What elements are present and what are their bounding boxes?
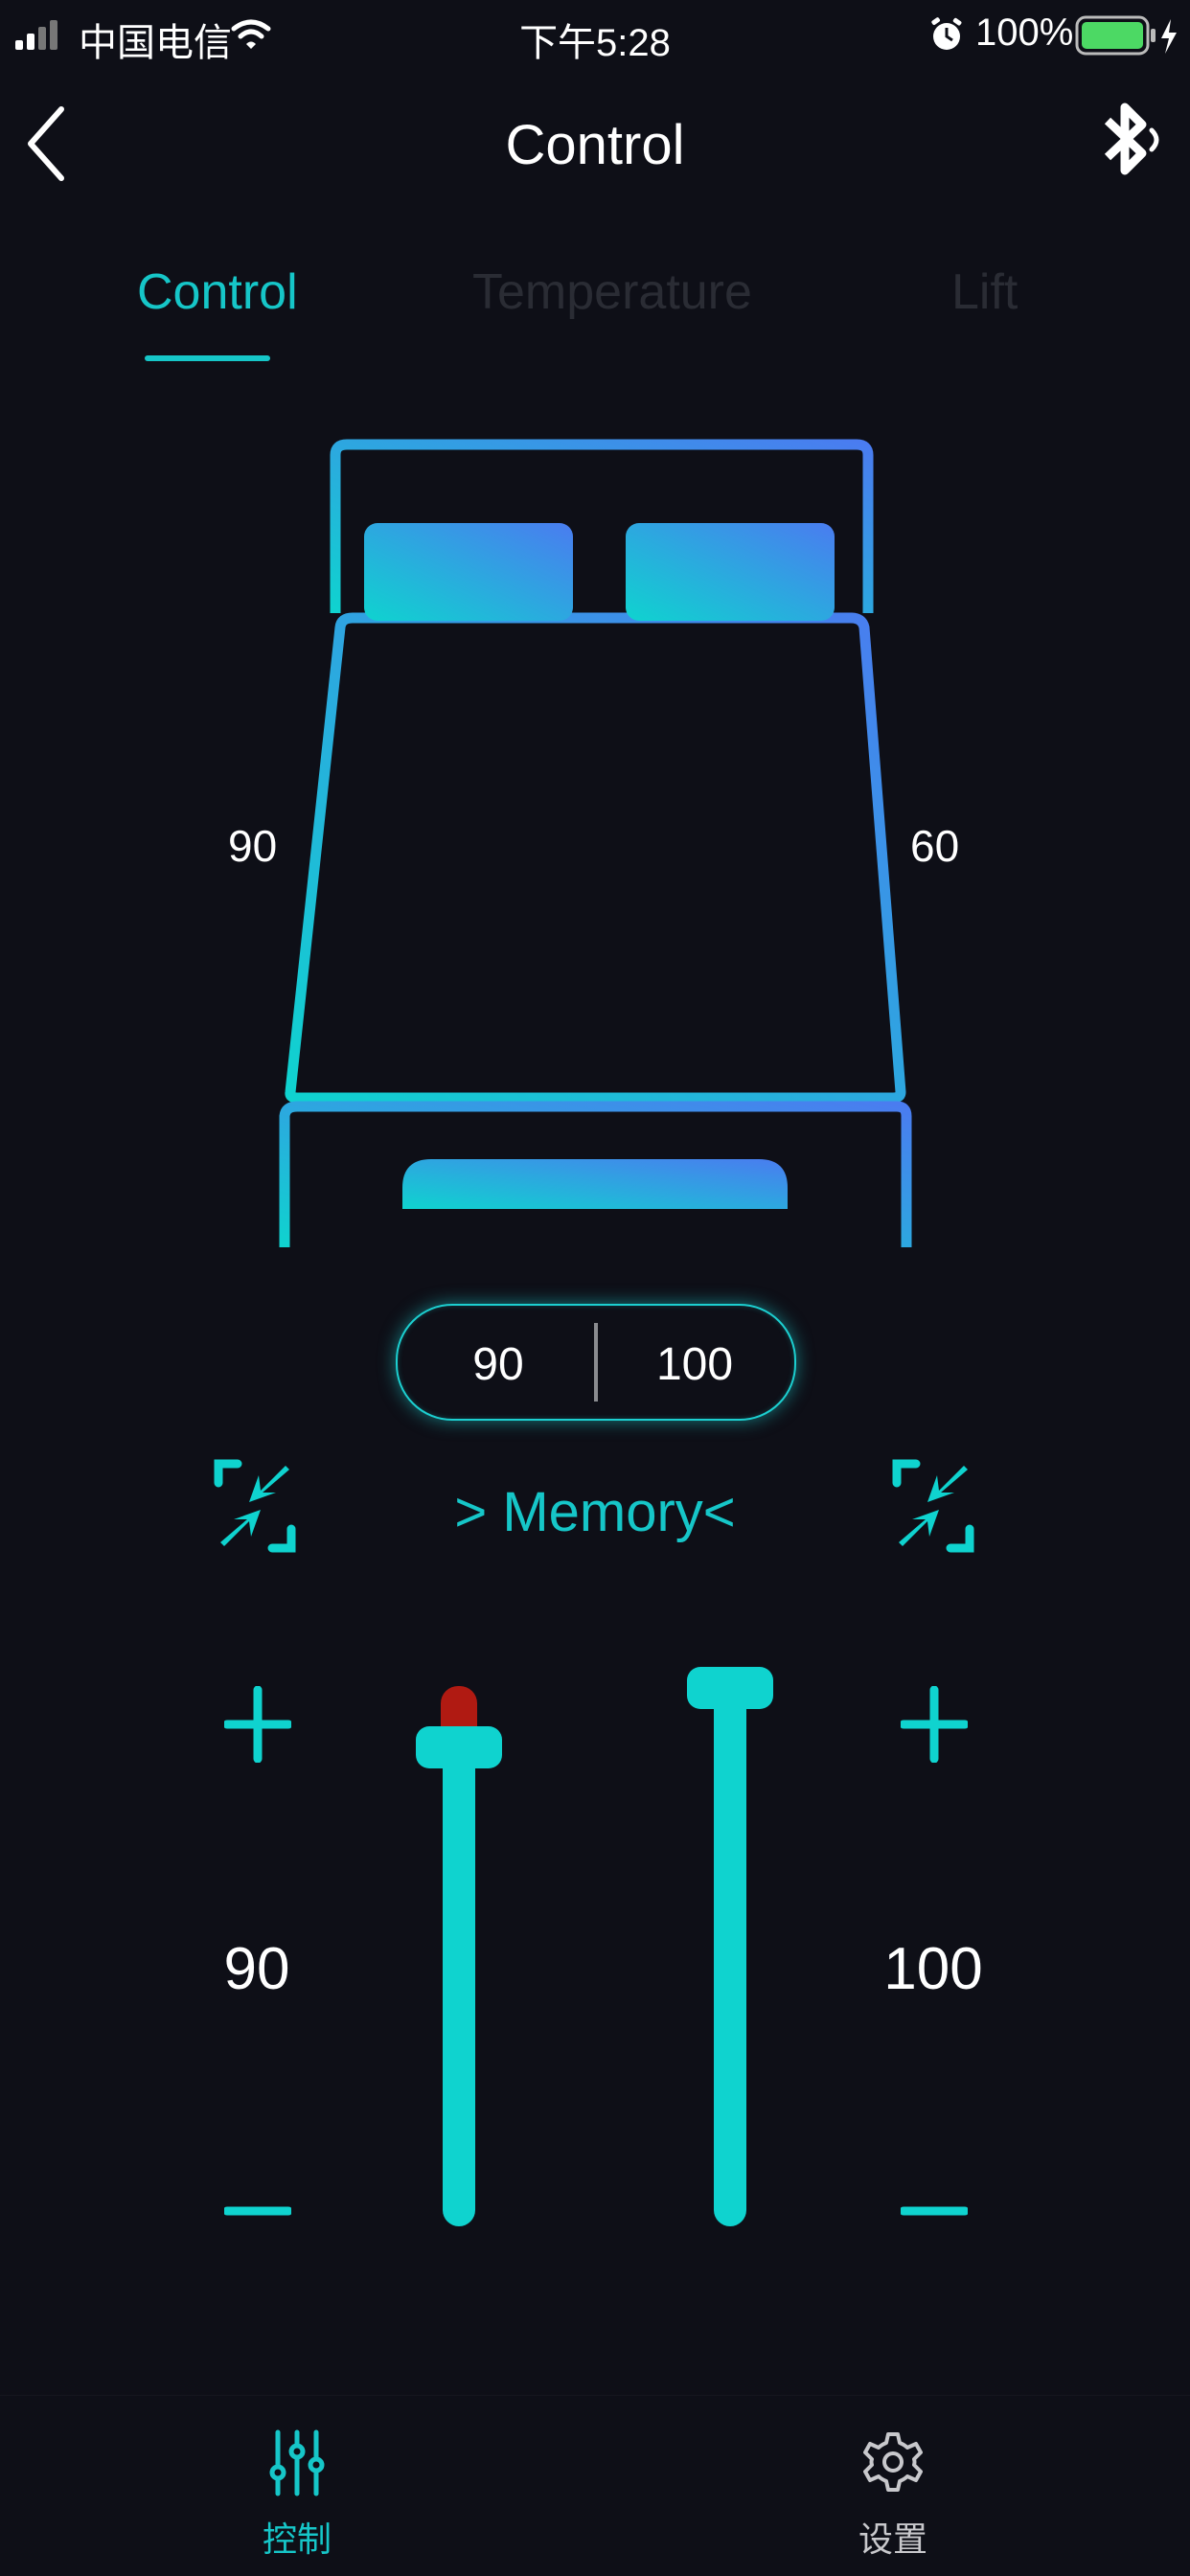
right-angle-label: 60: [910, 821, 960, 871]
bed-diagram: [279, 439, 912, 1247]
right-slider-track: [714, 1676, 746, 2226]
battery-percent: 100%: [975, 11, 1074, 54]
pill-divider: [594, 1323, 598, 1402]
right-minus-button[interactable]: [901, 2200, 968, 2223]
tab-control[interactable]: Control: [137, 263, 298, 321]
right-slider-thumb[interactable]: [687, 1667, 773, 1709]
right-plus-button[interactable]: [901, 1686, 968, 1763]
left-minus-button[interactable]: [224, 2200, 291, 2223]
gear-icon: [863, 2432, 923, 2492]
tabbar-label-control: 控制: [262, 2519, 332, 2559]
status-bar: 中国电信 下午5:28 100%: [0, 0, 1190, 73]
position-readout-pill: 90 100: [396, 1304, 796, 1421]
bed-pillow-left: [364, 523, 573, 621]
sliders-icon: [269, 2429, 325, 2496]
page-title: Control: [505, 114, 685, 176]
left-plus-button[interactable]: [224, 1686, 291, 1763]
pill-right-value: 100: [655, 1339, 734, 1390]
pill-left-value: 90: [472, 1339, 524, 1390]
tabbar-item-settings[interactable]: 设置: [835, 2428, 950, 2563]
left-value: 90: [223, 1936, 290, 2002]
bottom-tab-bar: [0, 2395, 1190, 2576]
alarm-icon: [931, 17, 962, 50]
left-slider-track: [443, 1736, 475, 2226]
bed-pillow-right: [626, 523, 835, 621]
tab-lift[interactable]: Lift: [951, 263, 1018, 321]
memory-button[interactable]: > Memory<: [0, 1480, 1190, 1544]
right-compress-icon[interactable]: [889, 1456, 977, 1556]
tabbar-item-control[interactable]: 控制: [240, 2428, 355, 2563]
tabbar-label-settings: 设置: [858, 2519, 927, 2559]
tab-temperature[interactable]: Temperature: [472, 263, 752, 321]
bluetooth-icon[interactable]: [1092, 94, 1169, 190]
left-slider-thumb[interactable]: [416, 1726, 502, 1768]
left-angle-label: 90: [228, 821, 278, 871]
battery-icon: [1075, 15, 1177, 56]
right-slider[interactable]: [687, 1667, 773, 2226]
right-value: 100: [883, 1936, 983, 2002]
left-slider[interactable]: [416, 1678, 502, 2226]
tab-control-underline: [145, 355, 270, 361]
